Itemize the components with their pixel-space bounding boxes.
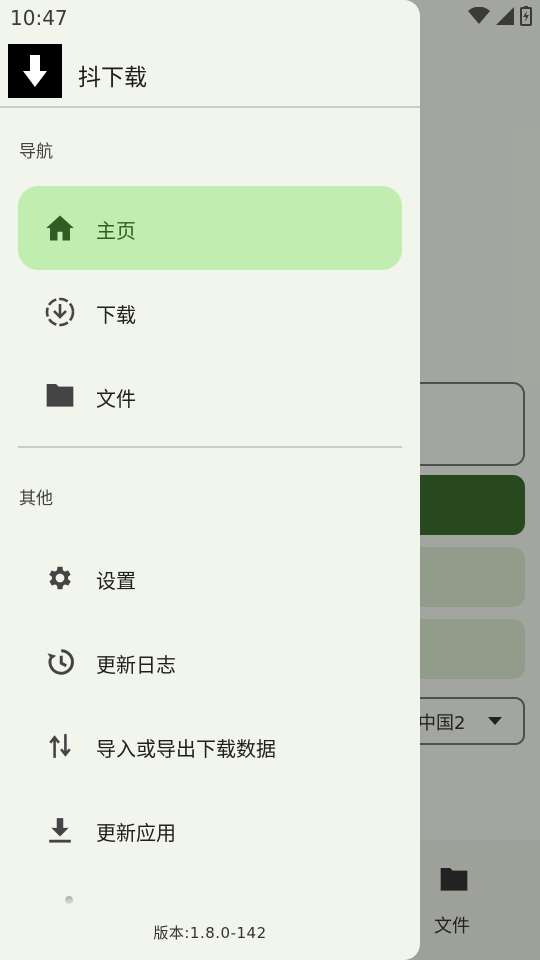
status-icons xyxy=(468,6,532,30)
nav-item-changelog-label: 更新日志 xyxy=(96,653,176,677)
nav-item-import-export-label: 导入或导出下载数据 xyxy=(96,737,276,761)
section-divider xyxy=(18,446,402,448)
home-icon xyxy=(44,212,76,244)
nav-item-download-label: 下载 xyxy=(96,303,136,327)
scroll-fade xyxy=(0,880,420,910)
nav-item-update-app-label: 更新应用 xyxy=(96,821,176,845)
folder-icon xyxy=(44,380,76,412)
gear-icon xyxy=(44,562,76,594)
nav-item-import-export[interactable]: 导入或导出下载数据 xyxy=(18,704,402,788)
nav-item-files[interactable]: 文件 xyxy=(18,354,402,438)
section-label-other: 其他 xyxy=(19,489,53,509)
signal-icon xyxy=(496,7,514,29)
nav-item-update-app[interactable]: 更新应用 xyxy=(18,788,402,872)
status-time: 10:47 xyxy=(10,6,68,30)
nav-item-settings[interactable]: 设置 xyxy=(18,536,402,620)
import-export-icon xyxy=(44,730,76,762)
wifi-icon xyxy=(468,6,490,29)
version-text: 版本:1.8.0-142 xyxy=(153,924,267,942)
download-circle-icon xyxy=(44,296,76,328)
nav-item-home-label: 主页 xyxy=(96,219,136,243)
header-divider xyxy=(0,106,420,108)
nav-item-changelog[interactable]: 更新日志 xyxy=(18,620,402,704)
drawer-header: 抖下载 xyxy=(0,38,420,106)
section-label-nav: 导航 xyxy=(19,142,53,162)
nav-item-settings-label: 设置 xyxy=(96,569,136,593)
battery-icon xyxy=(520,6,532,30)
nav-item-files-label: 文件 xyxy=(96,387,136,411)
download-icon xyxy=(44,814,76,846)
app-title: 抖下载 xyxy=(78,65,147,91)
nav-item-download[interactable]: 下载 xyxy=(18,270,402,354)
history-icon xyxy=(44,646,76,678)
navigation-drawer: 抖下载 导航 主页 下载 文件 其他 设置 更新日志 导入或导出下载数据 更新应… xyxy=(0,0,420,960)
nav-item-home[interactable]: 主页 xyxy=(18,186,402,270)
app-logo xyxy=(8,44,62,98)
